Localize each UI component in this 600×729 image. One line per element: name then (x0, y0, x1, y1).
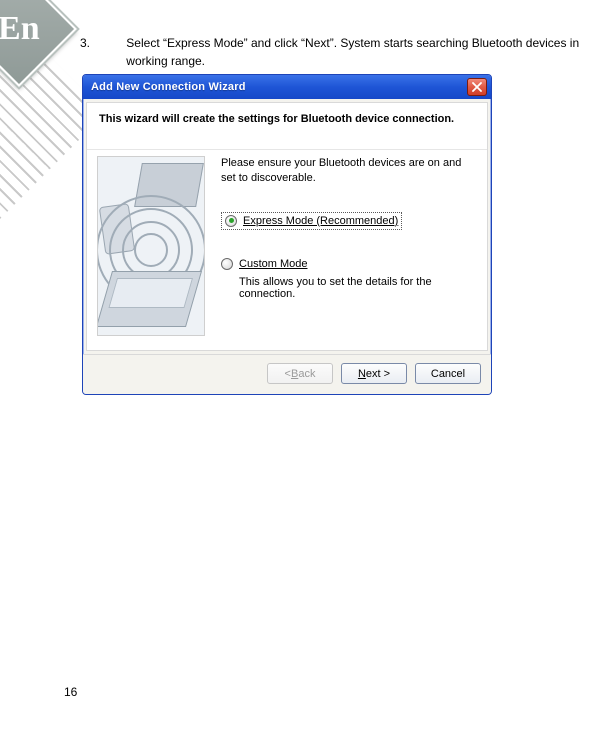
page-number: 16 (64, 685, 77, 699)
custom-mode-description: This allows you to set the details for t… (239, 276, 477, 300)
language-badge: En (0, 12, 40, 46)
step-number: 3. (80, 34, 92, 70)
cancel-button[interactable]: Cancel (415, 363, 481, 384)
next-button[interactable]: Next > (341, 363, 407, 384)
wizard-options: Please ensure your Bluetooth devices are… (221, 156, 477, 336)
content-area: 3. Select “Express Mode” and click “Next… (80, 34, 600, 395)
radio-icon (225, 215, 237, 227)
express-mode-label: Express Mode (Recommended) (243, 215, 398, 227)
express-mode-radio[interactable]: Express Mode (Recommended) (221, 212, 402, 230)
close-icon (472, 82, 482, 92)
radio-icon (221, 258, 233, 270)
dialog-button-row: < Back Next > Cancel (83, 354, 491, 394)
instruction-step: 3. Select “Express Mode” and click “Next… (80, 34, 600, 70)
step-text: Select “Express Mode” and click “Next”. … (126, 34, 596, 70)
page-left-decoration: En (0, 0, 80, 220)
close-button[interactable] (467, 78, 487, 96)
dialog-body: This wizard will create the settings for… (86, 102, 488, 351)
dialog-heading: This wizard will create the settings for… (87, 103, 487, 149)
add-connection-wizard-dialog: Add New Connection Wizard This wizard wi… (82, 74, 492, 395)
custom-mode-radio[interactable]: Custom Mode (221, 258, 477, 270)
bluetooth-illustration (97, 156, 205, 336)
custom-mode-label: Custom Mode (239, 258, 307, 270)
discoverable-hint: Please ensure your Bluetooth devices are… (221, 156, 477, 186)
back-button: < Back (267, 363, 333, 384)
dialog-titlebar: Add New Connection Wizard (83, 75, 491, 99)
dialog-title: Add New Connection Wizard (91, 81, 467, 93)
